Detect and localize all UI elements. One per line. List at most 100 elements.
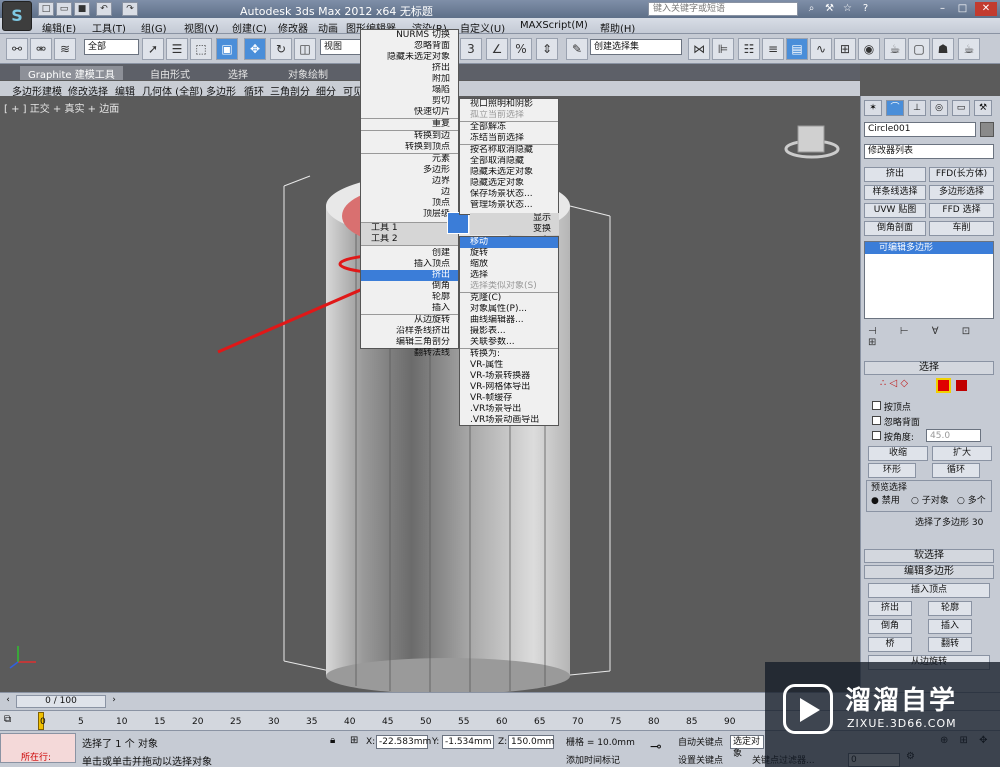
render-production-icon[interactable]: ☗ xyxy=(932,38,954,60)
search-icon[interactable]: ⌕ xyxy=(804,2,819,16)
new-file-icon[interactable]: □ xyxy=(38,2,54,16)
tab-graphite[interactable]: Graphite 建模工具 xyxy=(20,66,123,81)
qm-flip-normals[interactable]: 翻转法线 xyxy=(361,348,458,359)
modifier-list-select[interactable]: 修改器列表 xyxy=(864,144,994,159)
undo-icon[interactable]: ↶ xyxy=(96,2,112,16)
by-angle-checkbox[interactable] xyxy=(872,431,881,440)
angle-snap-icon[interactable]: ∠ xyxy=(486,38,508,60)
menu-tools[interactable]: 工具(T) xyxy=(92,20,126,35)
qm-extrude[interactable]: 挤出 xyxy=(361,270,458,281)
qm-top-level[interactable]: 顶层级 xyxy=(361,209,458,220)
outline-button[interactable]: 轮廓 xyxy=(928,601,972,616)
x-coord-field[interactable]: -22.583mm xyxy=(376,735,431,749)
mod-uvw-map-button[interactable]: UVW 贴图 xyxy=(864,203,926,218)
menu-maxscript[interactable]: MAXScript(M) xyxy=(520,20,588,31)
qm-unhide-by-name[interactable]: 按名称取消隐藏 xyxy=(460,145,558,156)
align-icon[interactable]: ⊫ xyxy=(712,38,734,60)
next-frame-icon[interactable]: › xyxy=(108,695,120,708)
help-icon[interactable]: ? xyxy=(858,2,873,16)
rect-selection-icon[interactable]: ⬚ xyxy=(190,38,212,60)
qm-viewport-lighting[interactable]: 视口照明和阴影 xyxy=(460,99,558,110)
mini-curve-editor-icon[interactable]: ⧉ xyxy=(4,714,20,728)
preview-multi-radio[interactable]: ○ 多个 xyxy=(957,493,986,506)
loop-button[interactable]: 循环 xyxy=(932,463,980,478)
bevel-button[interactable]: 倒角 xyxy=(868,619,912,634)
shrink-button[interactable]: 收缩 xyxy=(868,446,928,461)
motion-tab-icon[interactable]: ◎ xyxy=(930,100,948,116)
set-key-label[interactable]: 设置关键点 xyxy=(678,753,723,766)
open-file-icon[interactable]: ▭ xyxy=(56,2,72,16)
reference-coord-select[interactable]: 视图 xyxy=(320,39,362,55)
search-input[interactable]: 键入关键字或短语 xyxy=(648,2,798,16)
qm-outline[interactable]: 轮廓 xyxy=(361,292,458,303)
selection-filter-select[interactable]: 全部 xyxy=(84,39,139,55)
qm-create[interactable]: 创建 xyxy=(361,248,458,259)
bridge-button[interactable]: 桥 xyxy=(868,637,912,652)
render-teapot-icon[interactable]: ☕ xyxy=(958,38,980,60)
angle-value-input[interactable]: 45.0 xyxy=(926,429,981,442)
select-object-icon[interactable]: ➚ xyxy=(142,38,164,60)
window-crossing-icon[interactable]: ▣ xyxy=(216,38,238,60)
toggle-scene-explorer-icon[interactable]: ☷ xyxy=(738,38,760,60)
qm-bevel[interactable]: 倒角 xyxy=(361,281,458,292)
qm-hide-unselected-right[interactable]: 隐藏未选定对象 xyxy=(460,167,558,178)
hierarchy-tab-icon[interactable]: ⊥ xyxy=(908,100,926,116)
redo-icon[interactable]: ↷ xyxy=(122,2,138,16)
qm-scale[interactable]: 缩放 xyxy=(460,259,558,270)
rendered-frame-window-icon[interactable]: ▢ xyxy=(908,38,930,60)
mod-extrude-button[interactable]: 挤出 xyxy=(864,167,926,182)
qm-extrude-top[interactable]: 挤出 xyxy=(361,63,458,74)
qm-convert-to[interactable]: 转换为: xyxy=(460,349,558,360)
preview-off-radio[interactable]: ● 禁用 xyxy=(871,493,900,506)
qm-isolate-selection[interactable]: 孤立当前选择 xyxy=(460,110,558,121)
toggle-layer-manager-icon[interactable]: ≡ xyxy=(762,38,784,60)
edit-named-selection-icon[interactable]: ✎ xyxy=(566,38,588,60)
menu-create[interactable]: 创建(C) xyxy=(232,20,267,35)
stack-item-editable-poly[interactable]: 可编辑多边形 xyxy=(865,242,993,254)
select-rotate-icon[interactable]: ↻ xyxy=(270,38,292,60)
qm-vr-properties[interactable]: VR-属性 xyxy=(460,360,558,371)
selected-set-select[interactable]: 选定对象 xyxy=(730,735,764,759)
qm-cut[interactable]: 剪切 xyxy=(361,96,458,107)
extrude-button[interactable]: 挤出 xyxy=(868,601,912,616)
mod-ffd-box-button[interactable]: FFD(长方体) xyxy=(929,167,994,182)
qm-vr-scene-converter[interactable]: VR-场景转换器 xyxy=(460,371,558,382)
time-slider-thumb[interactable]: 0 / 100 xyxy=(16,695,106,708)
grow-button[interactable]: 扩大 xyxy=(932,446,992,461)
add-time-tag-button[interactable]: 添加时间标记 xyxy=(566,753,620,766)
element-level-icon[interactable] xyxy=(956,380,967,391)
object-name-input[interactable]: Circle001 xyxy=(864,122,976,137)
unlink-icon[interactable]: ⚮ xyxy=(30,38,52,60)
mod-lathe-button[interactable]: 车削 xyxy=(929,221,994,236)
qm-hide-unselected[interactable]: 隐藏未选定对象 xyxy=(361,52,458,63)
qm-ignore-backfacing[interactable]: 忽略背面 xyxy=(361,41,458,52)
qm-dope-sheet[interactable]: 摄影表... xyxy=(460,326,558,337)
qm-object-properties[interactable]: 对象属性(P)... xyxy=(460,304,558,315)
tab-object-paint[interactable]: 对象绘制 xyxy=(288,66,328,81)
save-file-icon[interactable]: ■ xyxy=(74,2,90,16)
qm-convert-to-edge[interactable]: 转换到边 xyxy=(361,131,458,142)
menu-customize[interactable]: 自定义(U) xyxy=(460,20,505,35)
qm-nurms-toggle[interactable]: NURMS 切换 xyxy=(361,30,458,41)
material-editor-icon[interactable]: ◉ xyxy=(858,38,880,60)
ignore-backface-checkbox[interactable] xyxy=(872,416,881,425)
qm-move[interactable]: 移动 xyxy=(460,237,558,248)
menu-edit[interactable]: 编辑(E) xyxy=(42,20,76,35)
by-vertex-checkbox[interactable] xyxy=(872,401,881,410)
preview-subobj-radio[interactable]: ○ 子对象 xyxy=(911,493,949,506)
qm-polygon[interactable]: 多边形 xyxy=(361,165,458,176)
mod-spline-select-button[interactable]: 样条线选择 xyxy=(864,185,926,200)
qm-insert-vertex[interactable]: 插入顶点 xyxy=(361,259,458,270)
qm-vr-scene-export[interactable]: .VR场景导出 xyxy=(460,404,558,415)
qm-edge[interactable]: 边 xyxy=(361,187,458,198)
modify-tab-icon[interactable]: ⌒ xyxy=(886,100,904,116)
select-scale-icon[interactable]: ◫ xyxy=(294,38,316,60)
selection-rollout-header[interactable]: 选择 xyxy=(864,361,994,375)
qm-wire-parameters[interactable]: 关联参数... xyxy=(460,337,558,348)
curve-editor-icon[interactable]: ∿ xyxy=(810,38,832,60)
soft-selection-rollout-header[interactable]: 软选择 xyxy=(864,549,994,563)
qm-inset[interactable]: 插入 xyxy=(361,303,458,314)
mod-ffd-select-button[interactable]: FFD 选择 xyxy=(929,203,994,218)
qm-element[interactable]: 元素 xyxy=(361,154,458,165)
qm-edit-triangulation[interactable]: 编辑三角剖分 xyxy=(361,337,458,348)
